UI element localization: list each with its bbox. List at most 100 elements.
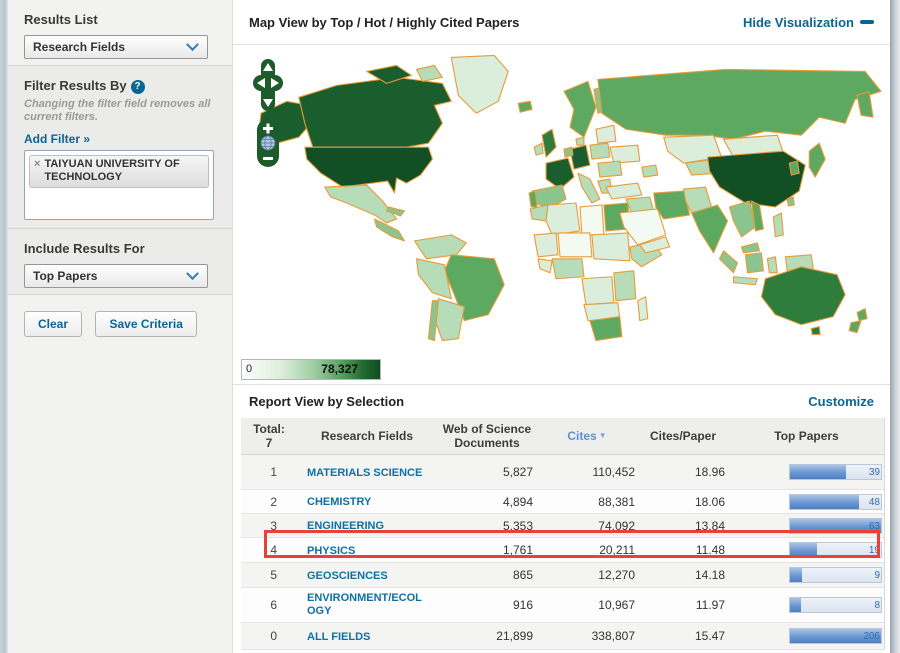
country-greenland xyxy=(450,54,509,114)
wos-documents-value: 5,353 xyxy=(502,518,533,533)
legend-max-value: 78,327 xyxy=(321,362,358,376)
top-papers-bar: 19 xyxy=(789,542,882,558)
field-link[interactable]: GEOSCIENCES xyxy=(307,570,388,583)
country-india xyxy=(691,204,729,254)
globe-icon xyxy=(260,135,276,151)
table-row: 3 ENGINEERING 5,353 74,092 13.84 63 xyxy=(241,514,884,538)
country-south-africa xyxy=(589,316,623,342)
country-philippines xyxy=(772,212,784,238)
include-results-select[interactable]: Top Papers xyxy=(24,264,208,288)
cites-per-paper-value: 15.47 xyxy=(694,629,725,643)
wos-documents-value: 21,899 xyxy=(496,629,533,643)
cites-per-paper-value: 18.06 xyxy=(694,494,725,509)
table-row: 2 CHEMISTRY 4,894 88,381 18.06 48 xyxy=(241,490,884,514)
top-papers-bar: 39 xyxy=(789,464,882,480)
cites-value: 74,092 xyxy=(598,518,635,533)
country-myanmar-thailand xyxy=(728,200,756,238)
cites-per-paper-value: 13.84 xyxy=(694,518,725,533)
field-link[interactable]: MATERIALS SCIENCE xyxy=(307,467,422,480)
field-link[interactable]: ALL FIELDS xyxy=(307,631,370,644)
cites-value: 10,967 xyxy=(598,598,635,612)
country-canada xyxy=(298,76,452,148)
country-libya xyxy=(579,204,605,236)
wos-documents-value: 1,761 xyxy=(502,543,533,557)
right-edge-strip[interactable] xyxy=(890,0,900,653)
top-papers-bar: 9 xyxy=(789,567,882,583)
map-area: 0 78,327 xyxy=(233,45,890,385)
country-new-zealand xyxy=(848,320,862,334)
country-ireland xyxy=(533,142,544,156)
country-argentina xyxy=(433,298,465,342)
country-mexico xyxy=(324,184,398,224)
country-java xyxy=(732,276,758,286)
wos-documents-value: 916 xyxy=(512,598,533,612)
hide-visualization-label: Hide Visualization xyxy=(742,14,854,30)
country-peru-bolivia xyxy=(415,258,452,300)
wos-documents-value: 4,894 xyxy=(502,494,533,509)
map-view-title: Map View by Top / Hot / Highly Cited Pap… xyxy=(249,14,520,30)
cites-value: 12,270 xyxy=(598,568,635,582)
cites-per-paper-value: 11.97 xyxy=(695,598,725,612)
filter-title: Filter Results By? xyxy=(24,78,216,94)
row-rank: 4 xyxy=(270,543,277,557)
customize-link[interactable]: Customize xyxy=(808,394,874,409)
table-row: 1 MATERIALS SCIENCE 5,827 110,452 18.96 … xyxy=(241,455,884,490)
row-rank: 6 xyxy=(270,598,277,612)
top-papers-value: 8 xyxy=(874,600,880,611)
field-link[interactable]: PHYSICS xyxy=(307,545,355,558)
country-poland xyxy=(589,142,611,160)
country-korea xyxy=(788,160,800,176)
results-list-label: Results List xyxy=(24,12,98,27)
field-link[interactable]: ENGINEERING xyxy=(307,520,384,533)
include-results-section: Include Results For Top Papers xyxy=(8,229,232,295)
cites-per-paper-value: 18.96 xyxy=(694,465,725,479)
chevron-down-icon xyxy=(186,37,199,51)
column-header-cites-sort[interactable]: Cites ▼ xyxy=(537,429,637,443)
field-link[interactable]: CHEMISTRY xyxy=(307,496,371,509)
total-header: Total: 7 xyxy=(253,422,285,450)
sidebar: Results List Research Fields Filter Resu… xyxy=(8,0,232,653)
country-nigeria xyxy=(551,258,585,280)
country-caucasus xyxy=(641,164,659,178)
legend-min-value: 0 xyxy=(246,363,253,375)
top-papers-bar: 63 xyxy=(789,517,882,534)
column-header-cites-per-paper: Cites/Paper xyxy=(649,429,717,443)
row-rank: 0 xyxy=(270,629,277,643)
country-germany xyxy=(569,144,591,170)
country-baltics xyxy=(595,124,617,144)
world-choropleth-map[interactable] xyxy=(247,51,885,351)
row-rank: 3 xyxy=(270,518,277,533)
table-row: 0 ALL FIELDS 21,899 338,807 15.47 206 xyxy=(241,623,884,650)
clear-button[interactable]: Clear xyxy=(24,311,83,337)
wos-documents-value: 5,827 xyxy=(502,465,533,479)
country-chad-sudan xyxy=(591,232,631,262)
map-controls xyxy=(253,59,285,167)
country-italy xyxy=(577,172,601,204)
save-criteria-button[interactable]: Save Criteria xyxy=(95,311,197,337)
country-japan xyxy=(808,142,826,178)
map-zoom-control[interactable] xyxy=(257,119,279,167)
row-rank: 5 xyxy=(270,568,277,582)
country-romania xyxy=(597,160,623,178)
sort-desc-icon: ▼ xyxy=(598,431,607,440)
results-list-select[interactable]: Research Fields xyxy=(24,35,208,59)
add-filter-link[interactable]: Add Filter » xyxy=(24,132,90,146)
country-chile xyxy=(427,300,439,342)
top-papers-bar: 8 xyxy=(789,597,882,613)
country-benelux xyxy=(563,146,574,158)
country-australia xyxy=(760,266,846,326)
map-pan-control[interactable] xyxy=(253,59,283,111)
top-papers-value: 19 xyxy=(868,545,880,556)
actions-section: Clear Save Criteria xyxy=(8,295,232,349)
report-view-title: Report View by Selection xyxy=(249,394,405,409)
country-new-zealand xyxy=(856,308,868,322)
remove-filter-icon[interactable]: × xyxy=(34,158,40,171)
hide-visualization-link[interactable]: Hide Visualization xyxy=(743,15,874,30)
top-papers-value: 9 xyxy=(874,570,880,581)
help-icon[interactable]: ? xyxy=(130,80,145,94)
field-link[interactable]: ENVIRONMENT/ECOLOGY xyxy=(307,592,427,618)
cites-value: 110,452 xyxy=(592,465,636,479)
country-borneo xyxy=(744,252,764,274)
map-header: Map View by Top / Hot / Highly Cited Pap… xyxy=(233,0,890,45)
country-norway-sweden xyxy=(563,80,597,138)
